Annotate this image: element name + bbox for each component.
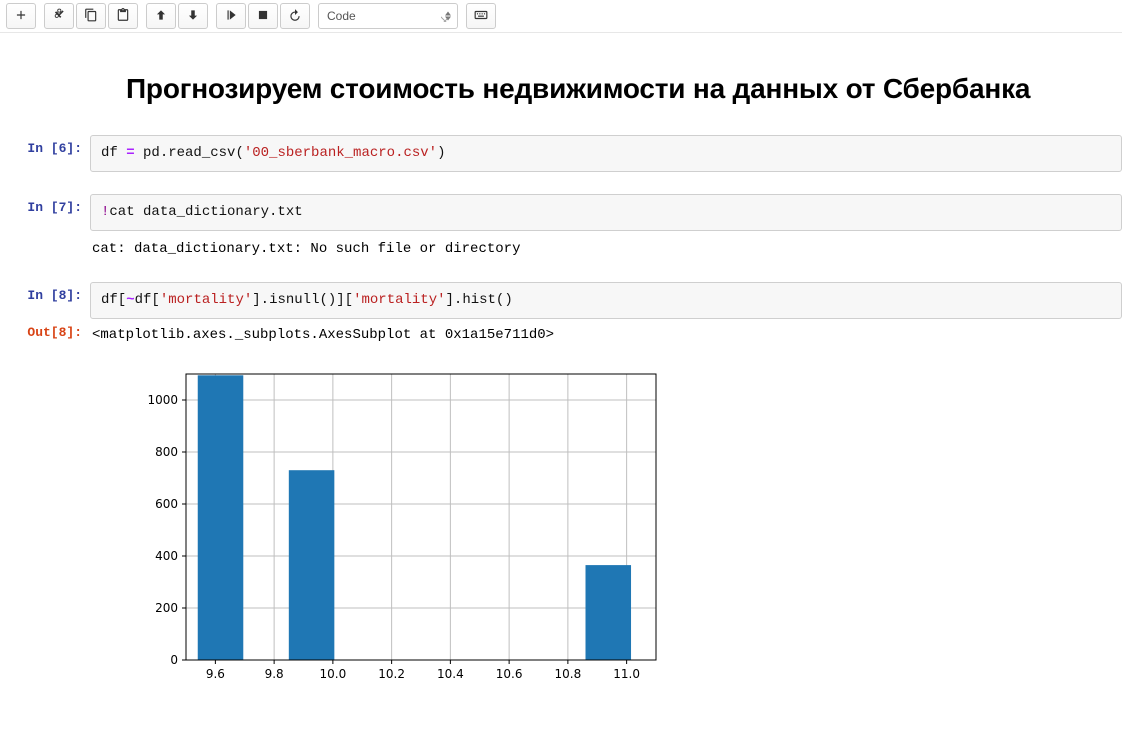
restart-button[interactable]: [280, 3, 310, 29]
input-prompt: In [7]:: [0, 194, 90, 260]
svg-text:9.8: 9.8: [265, 667, 284, 681]
svg-text:200: 200: [155, 601, 178, 615]
toolbar-group-celltype: Code: [318, 3, 458, 29]
paste-icon: [116, 8, 130, 25]
paste-button[interactable]: [108, 3, 138, 29]
cut-button[interactable]: [44, 3, 74, 29]
code-token: df[: [135, 292, 160, 308]
input-prompt: In [6]:: [0, 135, 90, 172]
copy-button[interactable]: [76, 3, 106, 29]
svg-text:600: 600: [155, 497, 178, 511]
toolbar-group-move: [146, 3, 208, 29]
code-input[interactable]: df = pd.read_csv('00_sberbank_macro.csv'…: [90, 135, 1122, 172]
restart-icon: [288, 8, 302, 25]
svg-text:10.4: 10.4: [437, 667, 464, 681]
code-token: ): [437, 145, 445, 161]
svg-text:400: 400: [155, 549, 178, 563]
code-token: pd.read_csv(: [135, 145, 244, 161]
stdout-output: cat: data_dictionary.txt: No such file o…: [90, 231, 1122, 260]
toolbar-group-run: [216, 3, 310, 29]
insert-cell-button[interactable]: [6, 3, 36, 29]
code-token: df: [101, 145, 126, 161]
chart-output: 0 200 400 600 800 1000 9.6 9.8 10.0 10.2 10.4 10.6 1…: [128, 362, 1122, 695]
move-up-button[interactable]: [146, 3, 176, 29]
code-token: cat data_dictionary.txt: [109, 204, 302, 220]
arrow-down-icon: [186, 8, 200, 25]
code-token: =: [126, 145, 134, 161]
svg-text:11.0: 11.0: [613, 667, 640, 681]
run-icon: [224, 8, 238, 25]
keyboard-icon: [474, 8, 488, 25]
code-input[interactable]: !cat data_dictionary.txt: [90, 194, 1122, 231]
svg-text:9.6: 9.6: [206, 667, 225, 681]
svg-text:10.6: 10.6: [496, 667, 523, 681]
copy-icon: [84, 8, 98, 25]
code-token: ~: [126, 292, 134, 308]
arrow-up-icon: [154, 8, 168, 25]
notebook-body: Прогнозируем стоимость недвижимости на д…: [0, 33, 1122, 715]
output-row: Out[8]: <matplotlib.axes._subplots.AxesS…: [0, 319, 1122, 695]
scissors-icon: [52, 8, 66, 25]
code-token: '00_sberbank_macro.csv': [244, 145, 437, 161]
code-token: 'mortality': [353, 292, 445, 308]
cell-type-value: Code: [327, 9, 356, 23]
repr-output: <matplotlib.axes._subplots.AxesSubplot a…: [90, 319, 1122, 346]
svg-text:1000: 1000: [147, 393, 178, 407]
code-token: ].isnull()][: [252, 292, 353, 308]
select-arrows-icon: [445, 12, 451, 21]
svg-text:0: 0: [170, 653, 178, 667]
code-cell: In [8]: df[~df['mortality'].isnull()]['m…: [0, 282, 1122, 319]
svg-text:10.0: 10.0: [320, 667, 347, 681]
toolbar-group-edit: [44, 3, 138, 29]
toolbar-group-palette: [466, 3, 496, 29]
code-input[interactable]: df[~df['mortality'].isnull()]['mortality…: [90, 282, 1122, 319]
input-prompt: In [8]:: [0, 282, 90, 319]
move-down-button[interactable]: [178, 3, 208, 29]
code-cell: In [7]: !cat data_dictionary.txt cat: da…: [0, 194, 1122, 260]
code-token: 'mortality': [160, 292, 252, 308]
toolbar-group-insert: [6, 3, 36, 29]
svg-text:800: 800: [155, 445, 178, 459]
command-palette-button[interactable]: [466, 3, 496, 29]
code-token: ].hist(): [446, 292, 513, 308]
output-prompt: Out[8]:: [0, 319, 90, 695]
svg-text:10.8: 10.8: [555, 667, 582, 681]
cell-type-select[interactable]: Code: [318, 3, 458, 29]
code-cell: In [6]: df = pd.read_csv('00_sberbank_ma…: [0, 135, 1122, 172]
svg-text:10.2: 10.2: [378, 667, 405, 681]
plus-icon: [14, 8, 28, 25]
interrupt-button[interactable]: [248, 3, 278, 29]
notebook-toolbar: Code: [0, 0, 1122, 33]
run-button[interactable]: [216, 3, 246, 29]
stop-icon: [256, 8, 270, 25]
page-title: Прогнозируем стоимость недвижимости на д…: [126, 73, 1122, 105]
histogram-chart: 0 200 400 600 800 1000 9.6 9.8 10.0 10.2 10.4 10.6 1…: [128, 362, 668, 692]
code-token: df[: [101, 292, 126, 308]
